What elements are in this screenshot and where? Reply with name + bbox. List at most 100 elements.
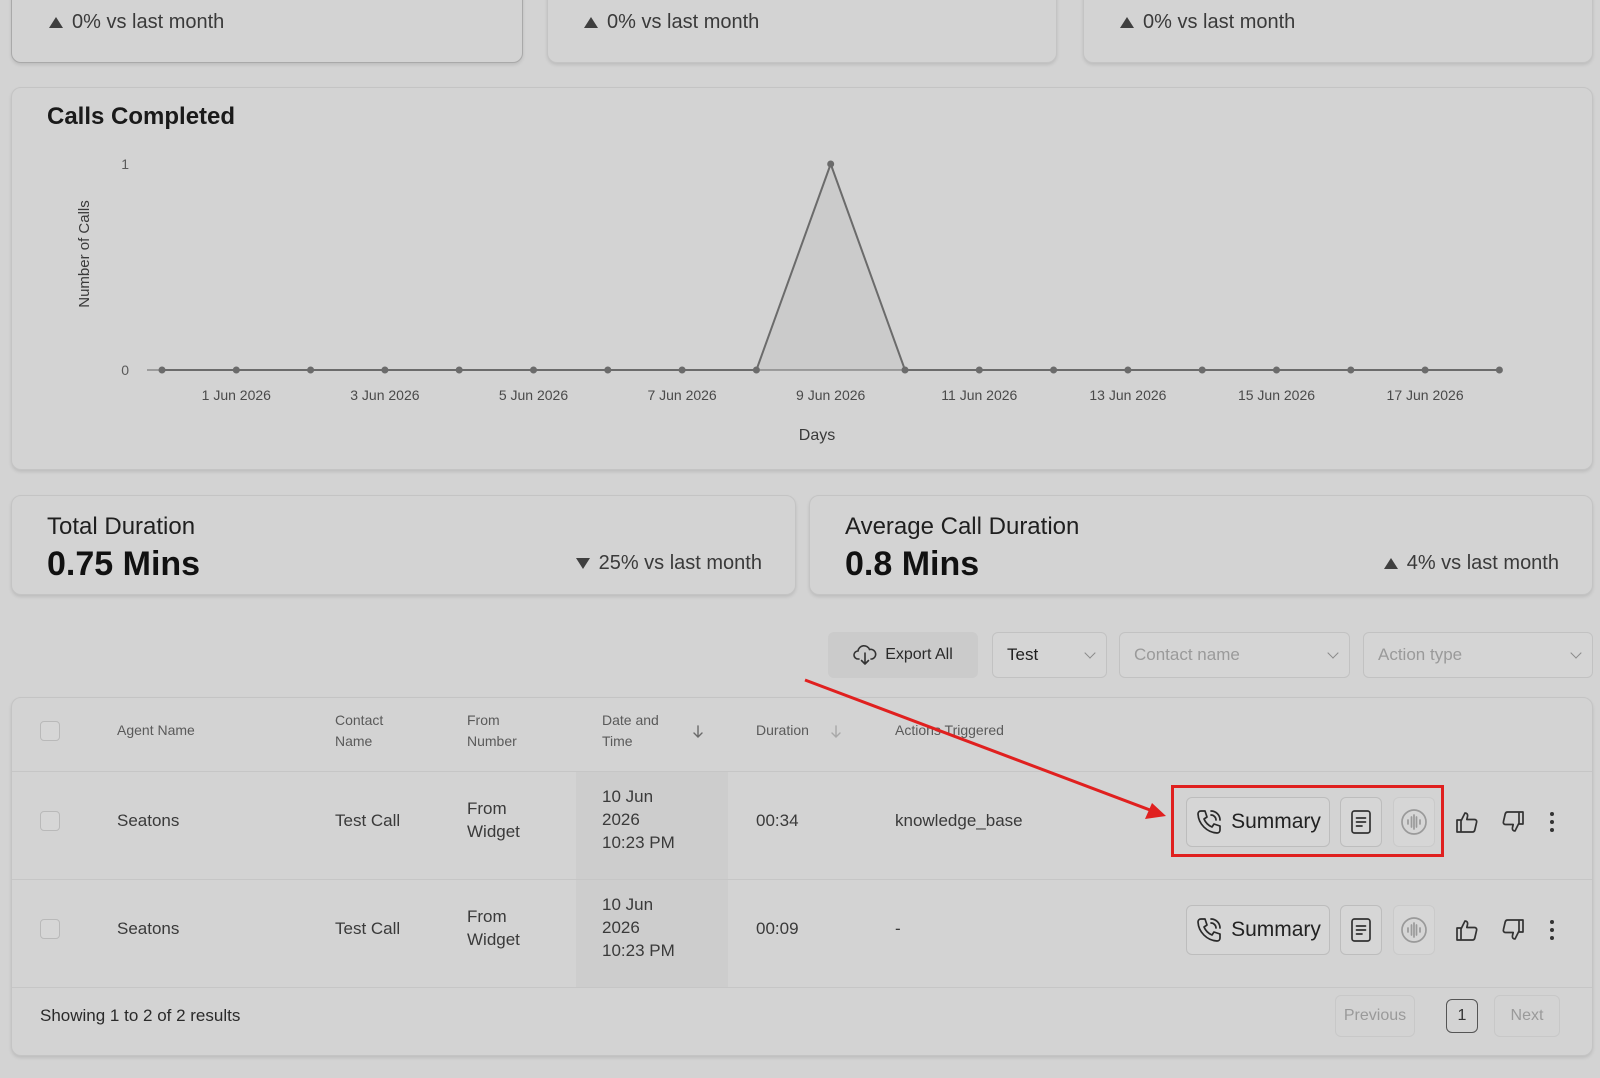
x-tick-label: 7 Jun 2026 <box>647 387 716 403</box>
header-actions-triggered: Actions Triggered <box>895 722 1004 738</box>
action-type-select[interactable]: Action type <box>1363 632 1593 678</box>
y-axis-label: Number of Calls <box>76 200 93 308</box>
document-icon <box>1351 918 1371 942</box>
stat-card-1: 0% vs last month <box>11 0 523 63</box>
stat-card-1-delta: 0% vs last month <box>49 11 224 34</box>
cloud-download-icon <box>853 645 877 665</box>
data-point <box>1124 366 1132 374</box>
thumbs-down-button[interactable] <box>1499 916 1527 944</box>
contact-name-placeholder: Contact name <box>1134 645 1240 664</box>
row-checkbox[interactable] <box>40 811 60 831</box>
x-tick-label: 13 Jun 2026 <box>1089 387 1166 403</box>
up-arrow-icon <box>584 17 598 28</box>
total-duration-delta: 25% vs last month <box>575 552 762 575</box>
header-duration[interactable]: Duration <box>756 720 809 741</box>
y-tick-label: 1 <box>121 156 129 172</box>
data-point <box>158 366 166 374</box>
transcript-button[interactable] <box>1340 905 1382 955</box>
x-tick-label: 1 Jun 2026 <box>202 387 271 403</box>
stat-card-3: 0% vs last month <box>1083 0 1593 63</box>
thumbs-down-button[interactable] <box>1499 808 1527 836</box>
calls-completed-chart: 0 1 Number of Calls 1 Jun 2026 3 Jun 2026 5 J… <box>76 156 1503 444</box>
delta-text: 0% vs last month <box>72 11 225 33</box>
audio-waveform-icon <box>1401 917 1427 943</box>
previous-page-button[interactable]: Previous <box>1335 995 1415 1037</box>
avg-duration-delta: 4% vs last month <box>1383 552 1559 575</box>
avg-duration-card: Average Call Duration 0.8 Mins 4% vs las… <box>809 495 1593 595</box>
header-contact-name[interactable]: Contact Name <box>335 710 383 752</box>
y-tick-label: 0 <box>121 362 129 378</box>
summary-label: Summary <box>1231 918 1321 941</box>
data-point <box>752 366 760 374</box>
action-type-placeholder: Action type <box>1378 645 1463 664</box>
x-axis-label: Days <box>799 427 835 444</box>
row-contact-name: Test Call <box>335 919 401 938</box>
from-line1: From <box>467 799 507 818</box>
stat-card-3-delta: 0% vs last month <box>1120 11 1295 34</box>
row-date-time: 10 Jun 2026 10:23 PM <box>602 893 675 962</box>
x-tick-label: 9 Jun 2026 <box>796 387 865 403</box>
recording-button[interactable] <box>1393 905 1435 955</box>
down-arrow-icon <box>575 558 590 569</box>
row-date-time: 10 Jun 2026 10:23 PM <box>602 785 675 854</box>
more-options-button[interactable] <box>1538 808 1566 836</box>
date-line1: 10 Jun <box>602 787 654 806</box>
chevron-down-icon <box>1570 647 1582 659</box>
delta-text: 0% vs last month <box>1143 11 1296 33</box>
header-date-time[interactable]: Date and Time <box>602 710 659 752</box>
row-from-number: From Widget <box>467 905 520 951</box>
contact-name-select[interactable]: Contact name <box>1119 632 1350 678</box>
row-from-number: From Widget <box>467 797 520 843</box>
summary-button[interactable]: Summary <box>1186 905 1330 955</box>
header-agent-name[interactable]: Agent Name <box>117 720 195 741</box>
up-arrow-icon <box>1383 558 1398 569</box>
page-1-button[interactable]: 1 <box>1446 999 1478 1033</box>
chevron-down-icon <box>1327 647 1339 659</box>
select-all-checkbox[interactable] <box>40 721 60 741</box>
x-tick-label: 11 Jun 2026 <box>941 387 1017 403</box>
avg-duration-value: 0.8 Mins <box>845 545 980 583</box>
agent-select[interactable]: Test <box>992 632 1107 678</box>
sort-down-icon[interactable] <box>692 725 704 739</box>
calls-completed-card: Calls Completed 0 1 Number of Calls 1 Jun 2… <box>11 87 1593 470</box>
thumbs-up-icon <box>1456 812 1478 833</box>
delta-text: 25% vs last month <box>598 552 762 574</box>
row-divider <box>12 879 1592 880</box>
data-point <box>232 366 240 374</box>
data-point <box>381 366 389 374</box>
data-point <box>975 366 983 374</box>
next-page-button[interactable]: Next <box>1494 995 1560 1037</box>
up-arrow-icon <box>49 17 63 28</box>
thumbs-up-button[interactable] <box>1453 808 1481 836</box>
header-contact-line1: Contact <box>335 712 384 728</box>
from-line2: Widget <box>467 930 520 949</box>
sort-down-icon[interactable] <box>830 725 842 739</box>
header-from-number[interactable]: From Number <box>467 710 517 752</box>
row-checkbox[interactable] <box>40 919 60 939</box>
phone-icon <box>1197 918 1221 942</box>
results-count: Showing 1 to 2 of 2 results <box>40 1006 241 1025</box>
row-agent-name: Seatons <box>117 919 180 938</box>
row-duration: 00:34 <box>756 811 799 830</box>
avg-duration-title: Average Call Duration <box>845 513 1080 540</box>
stat-card-2: 0% vs last month <box>547 0 1057 63</box>
more-options-button[interactable] <box>1538 916 1566 944</box>
data-point <box>455 366 463 374</box>
row-actions-triggered: - <box>895 919 901 938</box>
header-contact-line2: Name <box>335 733 373 749</box>
total-duration-value: 0.75 Mins <box>47 545 201 583</box>
export-all-button[interactable]: Export All <box>828 632 978 678</box>
x-tick-label: 17 Jun 2026 <box>1387 387 1464 403</box>
x-tick-label: 5 Jun 2026 <box>499 387 568 403</box>
date-line3: 10:23 PM <box>602 833 675 852</box>
x-tick-label: 15 Jun 2026 <box>1238 387 1315 403</box>
row-divider <box>12 987 1592 988</box>
more-vertical-icon <box>1550 812 1554 832</box>
up-arrow-icon <box>1120 17 1134 28</box>
agent-select-value: Test <box>1007 645 1039 664</box>
total-duration-title: Total Duration <box>47 513 196 540</box>
data-point <box>1495 366 1503 374</box>
date-line1: 10 Jun <box>602 895 654 914</box>
thumbs-up-button[interactable] <box>1453 916 1481 944</box>
data-point <box>901 366 909 374</box>
